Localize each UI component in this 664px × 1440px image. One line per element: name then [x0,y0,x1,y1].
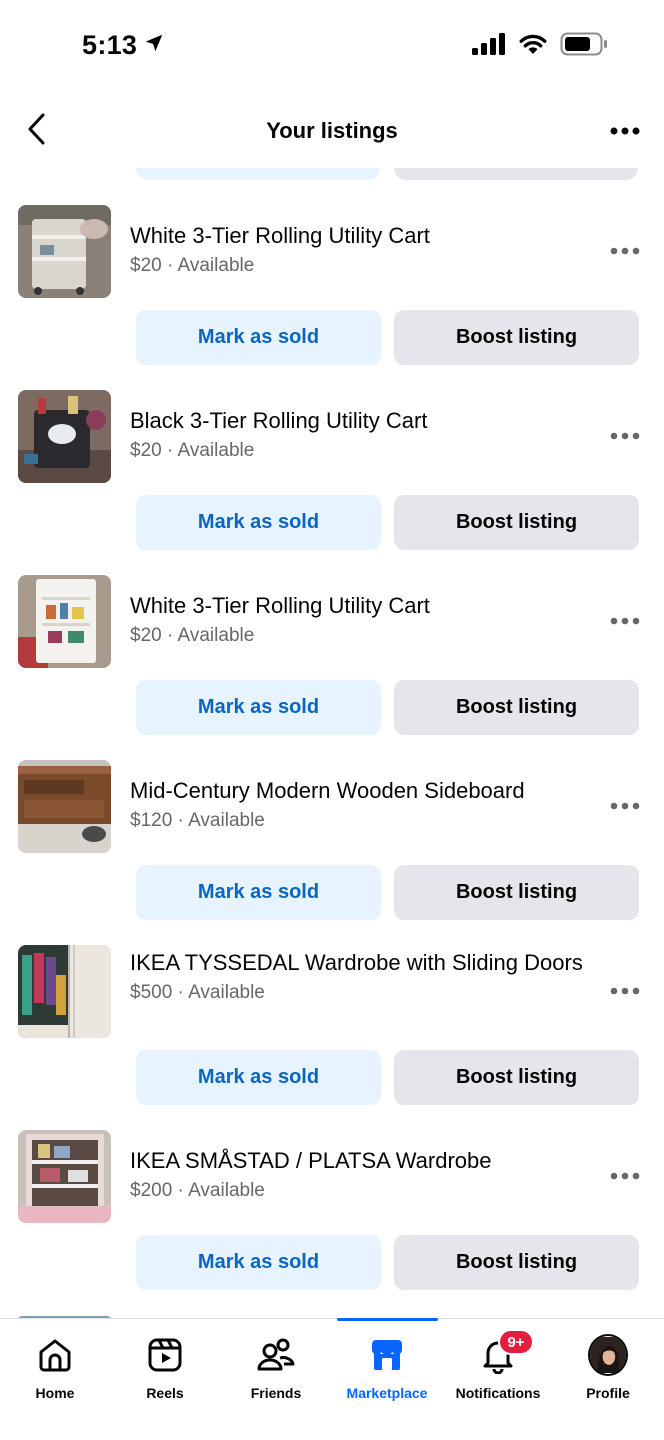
listing-info: White 3-Tier Rolling Utility Cart $20 · … [130,223,590,277]
marketplace-icon [367,1335,407,1375]
listing-meta: $20 · Available [130,625,255,646]
listing-thumbnail[interactable] [18,390,111,483]
mark-as-sold-button[interactable]: Mark as sold [136,495,381,550]
tab-friends[interactable]: Friends [221,1319,331,1409]
mark-as-sold-button[interactable]: Mark as sold [136,310,381,365]
listing-thumbnail[interactable] [18,1130,111,1223]
tab-label: Notifications [455,1385,541,1401]
tab-home[interactable]: Home [0,1319,110,1409]
wifi-icon [518,33,548,60]
listing-thumbnail[interactable] [18,760,111,853]
listing-meta: $200 · Available [130,1180,265,1201]
boost-listing-button[interactable]: Boost listing [394,310,639,365]
more-horizontal-icon [610,1167,640,1185]
listing-title: White 3-Tier Rolling Utility Cart [130,593,430,618]
tab-reels[interactable]: Reels [110,1319,220,1409]
more-horizontal-icon [610,612,640,630]
listing-title: Black 3-Tier Rolling Utility Cart [130,408,428,433]
boost-listing-button[interactable]: Boost listing [394,1050,639,1105]
listing-meta: $20 · Available [130,440,255,461]
signal-icon [472,33,506,60]
listing-more-button[interactable] [608,424,642,448]
avatar [588,1334,628,1376]
listing-title: Mid-Century Modern Wooden Sideboard [130,778,525,803]
listing-item[interactable]: White 3-Tier Rolling Utility Cart $20 · … [0,575,664,760]
mark-as-sold-button[interactable]: Mark as sold [136,1235,381,1290]
status-icons [472,32,608,61]
tab-label: Profile [586,1385,630,1401]
home-icon [35,1335,75,1375]
listing-title: IKEA TYSSEDAL Wardrobe with Sliding Door… [130,950,583,975]
previous-boost-button-peek[interactable] [394,168,638,180]
page-title: Your listings [266,118,398,143]
boost-listing-button[interactable]: Boost listing [394,680,639,735]
mark-as-sold-button[interactable]: Mark as sold [136,865,381,920]
listing-more-button[interactable] [608,609,642,633]
listing-meta: $120 · Available [130,810,265,831]
friends-icon [256,1335,296,1375]
listing-item[interactable]: White 3-Tier Rolling Utility Cart $20 · … [0,205,664,390]
listing-more-button[interactable] [608,979,642,1003]
more-horizontal-icon [610,427,640,445]
reels-icon [145,1335,185,1375]
listing-item[interactable]: IKEA SMÅSTAD / PLATSA Wardrobe $200 · Av… [0,1130,664,1315]
header: Your listings [0,100,664,164]
listings-list[interactable]: White 3-Tier Rolling Utility Cart $20 · … [0,164,664,1318]
tab-profile[interactable]: Profile [553,1319,663,1409]
tab-marketplace[interactable]: Marketplace [332,1319,442,1409]
listing-title: White 3-Tier Rolling Utility Cart [130,223,430,248]
listing-info: Black 3-Tier Rolling Utility Cart $20 · … [130,408,590,462]
listing-thumbnail[interactable] [18,945,111,1038]
more-horizontal-icon [610,797,640,815]
more-horizontal-icon [610,982,640,1000]
listing-info: Mid-Century Modern Wooden Sideboard $120… [130,778,590,832]
listing-info: IKEA SMÅSTAD / PLATSA Wardrobe $200 · Av… [130,1148,590,1202]
battery-icon [560,32,608,61]
bell-icon: 9+ [478,1329,534,1375]
more-horizontal-icon [610,122,640,140]
listing-thumbnail[interactable] [18,205,111,298]
listing-item[interactable]: Mid-Century Modern Wooden Sideboard $120… [0,760,664,945]
boost-listing-button[interactable]: Boost listing [394,1235,639,1290]
boost-listing-button[interactable]: Boost listing [394,495,639,550]
previous-mark-sold-button-peek[interactable] [136,168,380,180]
listing-more-button[interactable] [608,239,642,263]
listing-more-button[interactable] [608,1164,642,1188]
tab-label: Reels [146,1385,184,1401]
more-horizontal-icon [610,242,640,260]
mark-as-sold-button[interactable]: Mark as sold [136,1050,381,1105]
notification-badge: 9+ [498,1329,534,1355]
tab-label: Friends [250,1385,302,1401]
location-arrow-icon [143,30,165,61]
tab-label: Home [35,1385,75,1401]
bottom-tab-bar: Home Reels Friends Marketplace 9+ Notifi… [0,1318,664,1440]
listing-info: IKEA TYSSEDAL Wardrobe with Sliding Door… [130,950,590,1004]
listing-more-button[interactable] [608,794,642,818]
mark-as-sold-button[interactable]: Mark as sold [136,680,381,735]
tab-notifications[interactable]: 9+ Notifications [443,1319,553,1409]
listing-item[interactable]: IKEA TYSSEDAL Wardrobe with Sliding Door… [0,945,664,1130]
listing-thumbnail[interactable] [18,575,111,668]
listing-title: IKEA SMÅSTAD / PLATSA Wardrobe [130,1148,492,1173]
listing-meta: $500 · Available [130,982,265,1003]
status-bar: 5:13 [0,0,664,90]
listing-item[interactable]: Black 3-Tier Rolling Utility Cart $20 · … [0,390,664,575]
status-time: 5:13 [82,30,138,60]
status-time-group: 5:13 [82,30,165,61]
listing-info: White 3-Tier Rolling Utility Cart $20 · … [130,593,590,647]
more-options-button[interactable] [608,116,642,146]
tab-label: Marketplace [346,1385,428,1401]
boost-listing-button[interactable]: Boost listing [394,865,639,920]
profile-icon-wrapper [588,1334,628,1376]
listing-meta: $20 · Available [130,255,255,276]
